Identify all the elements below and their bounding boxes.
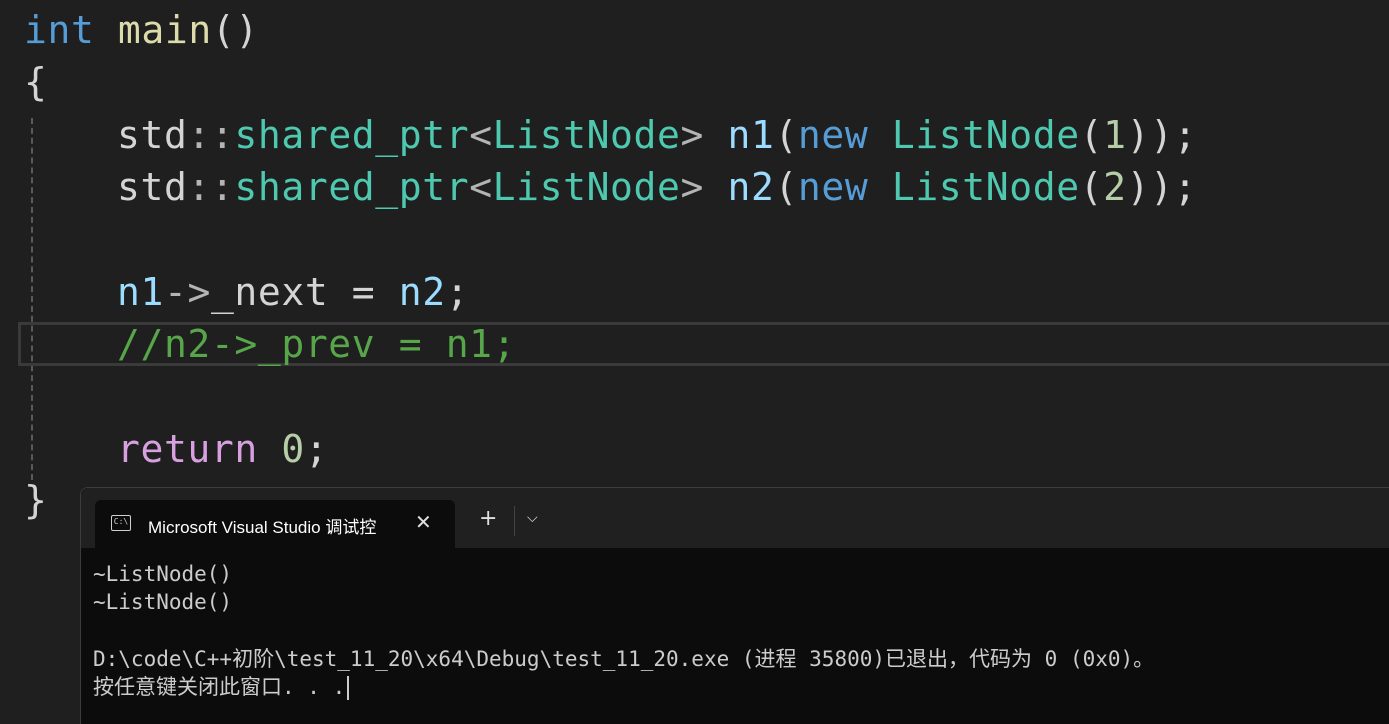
type-name: shared_ptr: [234, 165, 470, 209]
member: _next: [210, 270, 329, 314]
prompt-text: 按任意键关闭此窗口. . .: [93, 675, 346, 700]
new-tab-button[interactable]: +: [479, 508, 497, 530]
output-line: ~ListNode(): [93, 590, 233, 615]
keyword: new: [797, 165, 869, 209]
return-keyword: return: [117, 427, 258, 471]
paren: (: [774, 113, 798, 157]
paren: (: [774, 165, 798, 209]
open-brace: {: [24, 60, 48, 104]
code-line-1[interactable]: int main(): [24, 4, 259, 56]
variable: n1: [117, 270, 164, 314]
variable: n2: [727, 165, 775, 209]
code-line-6-comment[interactable]: //n2->_prev = n1;: [24, 318, 516, 370]
variable: n2: [398, 270, 446, 314]
semicolon: ;: [304, 427, 329, 471]
variable: n1: [727, 113, 775, 157]
code-line-2[interactable]: {: [24, 56, 47, 108]
angle-close: >: [680, 165, 704, 209]
paren-close: ));: [1126, 113, 1198, 157]
terminal-tab-bar: C:\ Microsoft Visual Studio 调试控 ✕ + ⌵: [81, 488, 1389, 548]
type-name: ListNode: [891, 113, 1080, 157]
semicolon: ;: [445, 270, 470, 314]
paren: (: [1079, 113, 1104, 157]
number: 2: [1103, 165, 1127, 209]
chevron-down-icon[interactable]: ⌵: [527, 510, 538, 526]
number: 0: [281, 427, 305, 471]
output-line: ~ListNode(): [93, 562, 233, 586]
angle-open: <: [469, 165, 493, 209]
number: 1: [1103, 113, 1127, 157]
terminal-window[interactable]: C:\ Microsoft Visual Studio 调试控 ✕ + ⌵ ~L…: [80, 487, 1389, 724]
keyword: int: [24, 8, 95, 52]
punct: (): [211, 8, 259, 52]
close-brace: }: [24, 478, 48, 522]
terminal-output[interactable]: ~ListNode() ~ListNode() D:\code\C++初阶\te…: [93, 560, 1389, 701]
close-icon[interactable]: ✕: [415, 510, 432, 535]
divider: [514, 506, 515, 536]
console-icon: C:\: [111, 515, 131, 531]
code-line-7[interactable]: return 0;: [24, 423, 328, 475]
paren-close: ));: [1126, 165, 1198, 209]
scope-op: ::: [187, 113, 235, 157]
tab-title: Microsoft Visual Studio 调试控: [148, 518, 377, 537]
type-name: ListNode: [492, 113, 681, 157]
assign-op: =: [328, 270, 399, 314]
code-line-3[interactable]: std::shared_ptr<ListNode> n1(new ListNod…: [24, 109, 1197, 161]
output-line-prompt: 按任意键关闭此窗口. . .: [93, 673, 1389, 701]
scope-op: ::: [187, 165, 235, 209]
type-name: ListNode: [492, 165, 681, 209]
type-name: shared_ptr: [234, 113, 470, 157]
type-name: ListNode: [891, 165, 1080, 209]
keyword: new: [797, 113, 869, 157]
angle-close: >: [680, 113, 704, 157]
angle-open: <: [469, 113, 493, 157]
arrow-op: ->: [163, 270, 211, 314]
code-line-8[interactable]: }: [24, 474, 47, 526]
output-line: D:\code\C++初阶\test_11_20\x64\Debug\test_…: [93, 646, 1155, 671]
terminal-tab[interactable]: C:\ Microsoft Visual Studio 调试控 ✕: [95, 500, 455, 548]
function-name: main: [117, 8, 212, 52]
namespace: std: [117, 165, 188, 209]
code-line-5[interactable]: n1->_next = n2;: [24, 266, 469, 318]
namespace: std: [117, 113, 188, 157]
text-cursor: [347, 676, 350, 701]
paren: (: [1079, 165, 1104, 209]
code-line-4[interactable]: std::shared_ptr<ListNode> n2(new ListNod…: [24, 161, 1197, 213]
